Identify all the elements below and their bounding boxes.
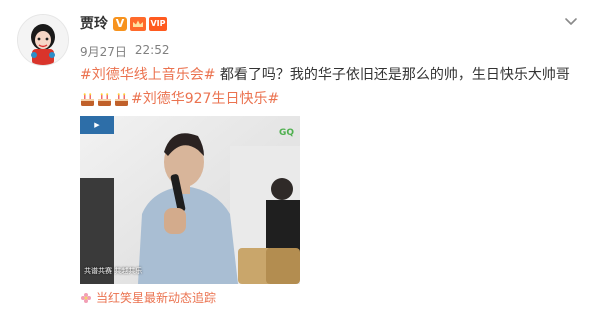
media-watermark-logo: GQ: [278, 128, 294, 138]
post-text-line-1: #刘德华线上音乐会# 都看了吗？我的华子依旧还是那么的帅，生日快乐大帅哥: [80, 64, 580, 86]
vip-icon[interactable]: VIP: [149, 17, 167, 31]
author-name[interactable]: 贾玲: [80, 15, 108, 33]
post-text-line-2: #刘德华927生日快乐#: [80, 88, 279, 110]
chevron-down-icon[interactable]: [563, 13, 579, 29]
avatar[interactable]: [17, 14, 69, 66]
post-source-text[interactable]: 当红笑星最新动态追踪: [96, 289, 216, 306]
flower-icon: [81, 292, 91, 303]
verified-v-icon: V: [113, 17, 127, 31]
author-badges: V VIP: [113, 17, 167, 31]
media-corner-label: ▶: [80, 116, 114, 134]
crown-icon[interactable]: [130, 17, 146, 31]
concert-photo: [80, 116, 300, 284]
avatar-illustration: [18, 15, 68, 65]
post-time[interactable]: 22:52: [135, 43, 170, 60]
post-date[interactable]: 9月27日: [80, 43, 127, 60]
topic-link-1[interactable]: #刘德华线上音乐会#: [80, 67, 215, 83]
cake-icon: [98, 92, 111, 106]
cake-icon: [81, 92, 94, 106]
weibo-post-card: 贾玲 V VIP 9月27日 22:52 #刘德华线上音乐会# 都看了吗？我的华…: [0, 0, 594, 317]
media-caption: 共谱共赛 共越共乐: [84, 267, 143, 275]
cake-icon: [115, 92, 128, 106]
topic-link-2[interactable]: #刘德华927生日快乐#: [131, 88, 279, 110]
post-meta: 9月27日 22:52: [80, 43, 170, 60]
post-image[interactable]: ▶ GQ 共谱共赛 共越共乐: [80, 116, 300, 284]
post-body-text: 都看了吗？我的华子依旧还是那么的帅，生日快乐大帅哥: [215, 67, 570, 83]
post-source[interactable]: 当红笑星最新动态追踪: [80, 289, 216, 306]
